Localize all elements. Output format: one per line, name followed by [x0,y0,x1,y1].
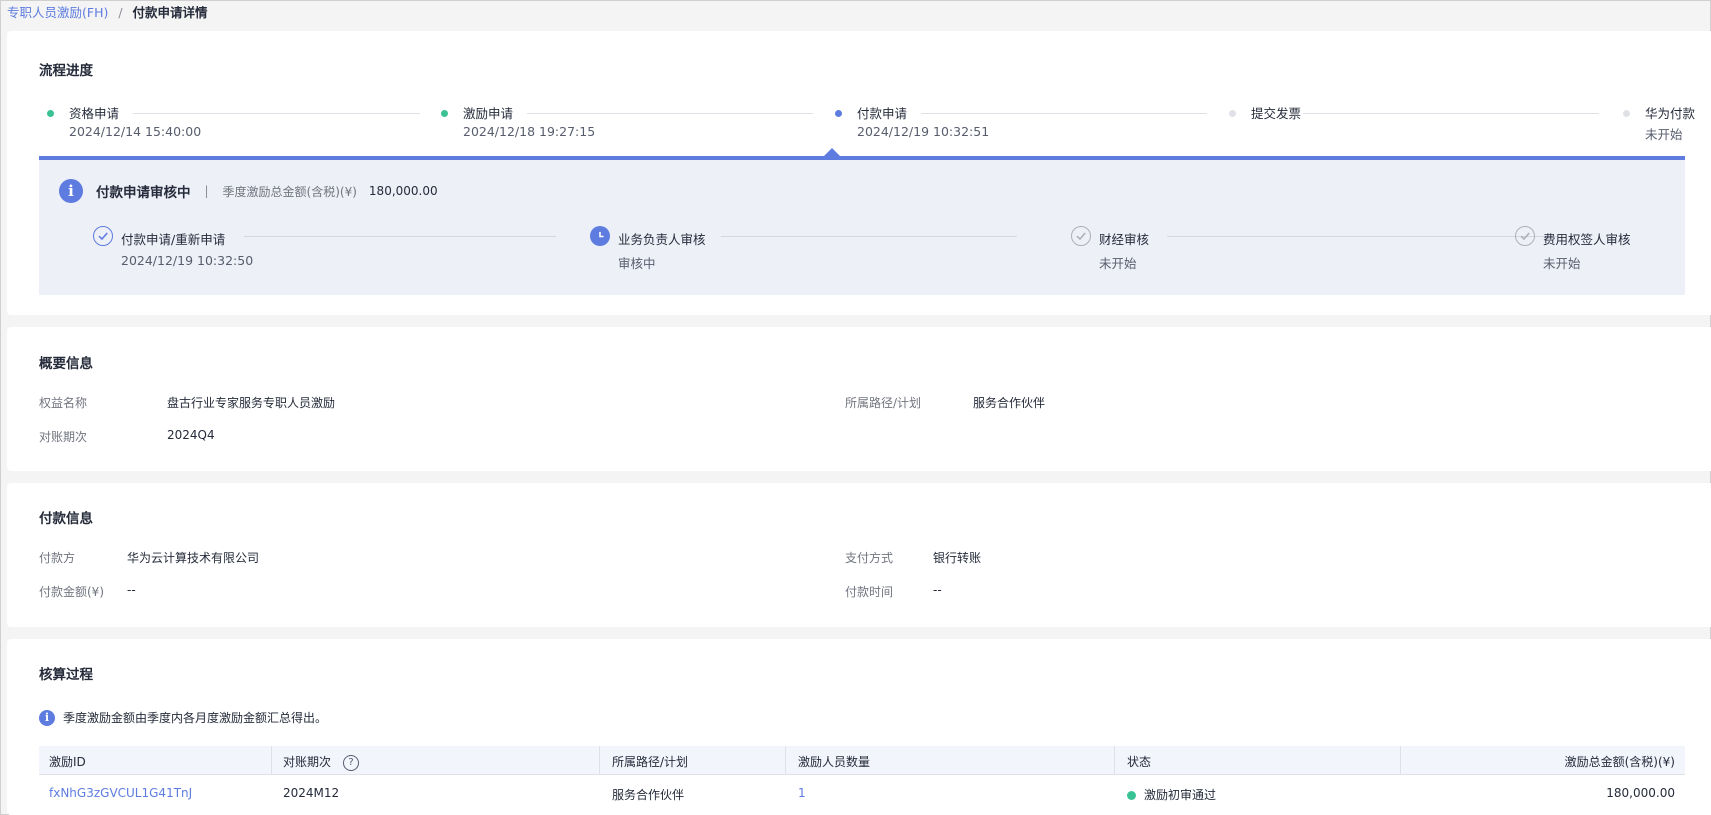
step-status-dot [441,110,448,117]
column-header-path: 所属路径/计划 [612,755,689,769]
step-name: 激励申请 [463,106,514,121]
column-header-label: 对账期次 [283,755,332,769]
payment-card: 付款信息 付款方 华为云计算技术有限公司 支付方式 银行转账 付款金额(¥) -… [7,483,1711,627]
breadcrumb-separator: / [118,5,123,20]
accounting-title: 核算过程 [39,667,93,683]
step-time: 未开始 [1645,127,1683,142]
overview-title: 概要信息 [39,356,93,372]
substep-status: 未开始 [1543,256,1581,271]
process-title: 流程进度 [39,63,93,79]
help-icon[interactable]: ? [343,754,360,771]
field-value: 银行转账 [933,551,982,565]
column-divider [271,746,272,774]
column-header-id: 激励ID [49,755,86,769]
process-card: 流程进度 资格申请 2024/12/14 15:40:00 激励申请 2024/… [7,31,1711,315]
clock-icon [590,226,610,246]
substep-name: 业务负责人审核 [618,232,706,247]
step-connector [921,113,1207,114]
step-connector [133,113,420,114]
table-header: 激励ID 对账期次? 所属路径/计划 激励人员数量 状态 激励总金额(含税)(¥… [39,746,1685,775]
substep-status: 审核中 [618,256,656,271]
substep-connector [1167,236,1557,237]
substep-connector [244,236,556,237]
field-label: 权益名称 [39,396,88,410]
row-count-link[interactable]: 1 [798,786,806,800]
column-divider [1114,746,1115,774]
field-value: 盘古行业专家服务专职人员激励 [167,396,336,410]
row-status-label: 激励初审通过 [1144,788,1217,802]
substep-status: 未开始 [1099,256,1137,271]
overview-card: 概要信息 权益名称 盘古行业专家服务专职人员激励 所属路径/计划 服务合作伙伴 … [7,327,1711,471]
row-amount: 180,000.00 [1606,786,1675,800]
check-circle-icon [1515,226,1535,246]
column-divider [599,746,600,774]
substep-name: 财经审核 [1099,232,1150,247]
field-value: 华为云计算技术有限公司 [127,551,260,565]
field-value: -- [127,583,136,597]
column-divider [785,746,786,774]
review-divider: | [204,184,209,198]
column-header-period: 对账期次? [283,753,360,771]
field-label: 支付方式 [845,551,894,565]
status-dot [1127,791,1136,800]
check-circle-icon [1071,226,1091,246]
step-status-dot [47,110,54,117]
breadcrumb-current: 付款申请详情 [132,5,208,20]
substep-name: 付款申请/重新申请 [121,232,226,247]
step-name: 提交发票 [1251,106,1302,121]
review-panel: i 付款申请审核中 | 季度激励总金额(含税)(¥) 180,000.00 付款… [39,156,1685,295]
field-label: 付款金额(¥) [39,585,104,599]
field-value: -- [933,583,942,597]
check-circle-icon [93,226,113,246]
notice-text: 季度激励金额由季度内各月度激励金额汇总得出。 [63,711,328,725]
accounting-card: 核算过程 i 季度激励金额由季度内各月度激励金额汇总得出。 激励ID 对账期次?… [7,639,1711,815]
step-name: 付款申请 [857,106,908,121]
step-name: 资格申请 [69,106,120,121]
info-icon: i [39,709,55,726]
step-time: 2024/12/18 19:27:15 [463,124,596,139]
step-connector [527,113,813,114]
row-path: 服务合作伙伴 [612,788,685,802]
step-connector [1303,113,1599,114]
column-divider [1400,746,1401,774]
column-header-count: 激励人员数量 [798,755,871,769]
column-header-status: 状态 [1127,755,1152,769]
accounting-notice: i 季度激励金额由季度内各月度激励金额汇总得出。 [39,709,327,726]
field-label: 付款时间 [845,585,894,599]
review-amount-label: 季度激励总金额(含税)(¥) [222,184,357,199]
substep-name: 费用权签人审核 [1543,232,1631,247]
review-status-title: 付款申请审核中 [96,185,191,201]
review-amount-value: 180,000.00 [368,184,438,198]
info-icon: i [59,179,83,203]
step-status-dot [1229,110,1236,117]
process-steps: 资格申请 2024/12/14 15:40:00 激励申请 2024/12/18… [39,103,1707,143]
incentive-id-link[interactable]: fxNhG3zGVCUL1G41TnJ [49,786,192,800]
step-time: 2024/12/19 10:32:51 [857,124,990,139]
breadcrumb: 专职人员激励(FH) / 付款申请详情 [7,2,208,21]
current-step-pointer [824,148,840,156]
step-status-dot [835,110,842,117]
field-label: 对账期次 [39,430,88,444]
substep-time: 2024/12/19 10:32:50 [121,253,254,268]
payment-title: 付款信息 [39,511,93,527]
row-status: 激励初审通过 [1127,786,1216,803]
step-name: 华为付款 [1645,106,1696,121]
step-time: 2024/12/14 15:40:00 [69,124,202,139]
field-value: 服务合作伙伴 [973,396,1046,410]
review-header: i 付款申请审核中 | 季度激励总金额(含税)(¥) 180,000.00 [59,178,438,204]
breadcrumb-parent-link[interactable]: 专职人员激励(FH) [7,5,108,20]
field-value: 2024Q4 [167,428,215,442]
substep-connector [721,236,1017,237]
field-label: 所属路径/计划 [845,396,922,410]
column-header-amount: 激励总金额(含税)(¥) [1564,755,1675,769]
step-status-dot [1623,110,1630,117]
field-label: 付款方 [39,551,76,565]
row-period: 2024M12 [283,786,340,800]
